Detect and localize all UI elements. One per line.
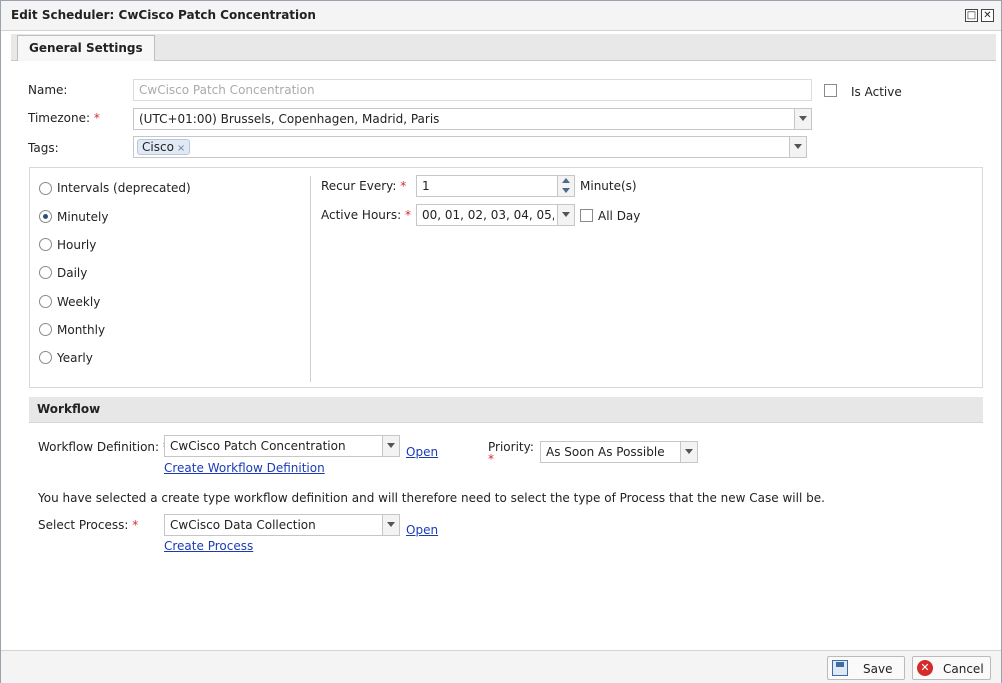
recur-every-value: 1 (422, 179, 430, 193)
required-marker: * (132, 518, 139, 532)
radio-yearly-label[interactable]: Yearly (57, 351, 93, 365)
required-marker: * (404, 208, 411, 222)
select-process-label: Select Process: * (38, 518, 138, 532)
dialog-title: Edit Scheduler: CwCisco Patch Concentrat… (11, 8, 316, 22)
radio-monthly-label[interactable]: Monthly (57, 323, 105, 337)
active-hours-value: 00, 01, 02, 03, 04, 05, 06 (422, 208, 554, 222)
recur-every-label: Recur Every: * (321, 179, 406, 193)
all-day-label: All Day (598, 209, 641, 223)
radio-daily[interactable] (39, 266, 52, 279)
radio-weekly[interactable] (39, 295, 52, 308)
create-workflow-definition-link[interactable]: Create Workflow Definition (164, 461, 325, 475)
active-hours-label: Active Hours: * (321, 208, 411, 222)
is-active-label: Is Active (851, 85, 902, 99)
active-hours-select[interactable]: 00, 01, 02, 03, 04, 05, 06 (416, 204, 575, 226)
recurrence-panel: Intervals (deprecated) Minutely Hourly D… (29, 167, 983, 388)
workflow-definition-label-text: Workflow Definition: (38, 440, 160, 454)
tags-input[interactable]: Cisco × (133, 136, 807, 158)
cancel-icon: ✕ (917, 660, 933, 676)
tags-label: Tags: (28, 141, 59, 155)
scheduler-dialog: Edit Scheduler: CwCisco Patch Concentrat… (0, 0, 1002, 683)
priority-value: As Soon As Possible (546, 445, 665, 459)
radio-hourly-label[interactable]: Hourly (57, 238, 96, 252)
timezone-label: Timezone: * (28, 111, 100, 125)
create-process-link[interactable]: Create Process (164, 539, 253, 553)
remove-tag-icon[interactable]: × (177, 143, 185, 154)
chevron-down-icon[interactable] (382, 436, 399, 456)
spinner[interactable] (557, 176, 574, 196)
required-marker: * (93, 111, 100, 125)
radio-yearly[interactable] (39, 351, 52, 364)
spin-down-icon[interactable] (562, 188, 570, 193)
tab-strip: General Settings (11, 34, 996, 61)
required-marker: * (400, 179, 407, 193)
radio-minutely-label[interactable]: Minutely (57, 210, 108, 224)
radio-daily-label[interactable]: Daily (57, 266, 87, 280)
chevron-down-icon[interactable] (382, 515, 399, 535)
tag-chip-label: Cisco (142, 140, 174, 154)
close-icon[interactable]: ✕ (981, 9, 994, 22)
cancel-button[interactable]: ✕ Cancel (912, 656, 991, 680)
chevron-down-icon[interactable] (789, 137, 806, 157)
name-value: CwCisco Patch Concentration (139, 83, 315, 97)
chevron-down-icon[interactable] (794, 109, 811, 129)
workflow-definition-select[interactable]: CwCisco Patch Concentration (164, 435, 400, 457)
radio-hourly[interactable] (39, 238, 52, 251)
is-active-checkbox[interactable] (824, 84, 837, 97)
select-process-label-text: Select Process: (38, 518, 129, 532)
recur-every-input[interactable]: 1 (416, 175, 575, 197)
recurrence-divider (310, 176, 311, 382)
dialog-footer: Save ✕ Cancel (1, 650, 1001, 683)
recur-every-label-text: Recur Every: (321, 179, 397, 193)
active-hours-label-text: Active Hours: (321, 208, 402, 222)
timezone-label-text: Timezone: (28, 111, 91, 125)
required-marker: * (488, 452, 494, 466)
name-label: Name: (28, 83, 68, 97)
radio-monthly[interactable] (39, 323, 52, 336)
timezone-value: (UTC+01:00) Brussels, Copenhagen, Madrid… (139, 112, 440, 126)
general-settings-pane: Name: CwCisco Patch Concentration Is Act… (13, 61, 996, 649)
chevron-down-icon[interactable] (557, 205, 574, 225)
radio-intervals-label[interactable]: Intervals (deprecated) (57, 181, 191, 195)
radio-intervals[interactable] (39, 182, 52, 195)
open-process-link[interactable]: Open (406, 523, 438, 537)
chevron-down-icon[interactable] (680, 442, 697, 462)
workflow-definition-label: Workflow Definition: * (38, 440, 169, 454)
workflow-definition-value: CwCisco Patch Concentration (170, 439, 346, 453)
cancel-button-label: Cancel (943, 662, 984, 676)
tag-chip: Cisco × (137, 139, 191, 155)
timezone-select[interactable]: (UTC+01:00) Brussels, Copenhagen, Madrid… (133, 108, 812, 130)
all-day-checkbox[interactable] (580, 209, 593, 222)
priority-label: Priority: (488, 440, 534, 454)
select-process-value: CwCisco Data Collection (170, 518, 316, 532)
save-icon (832, 660, 848, 676)
workflow-section-title: Workflow (37, 402, 101, 416)
recur-unit-label: Minute(s) (580, 179, 637, 193)
title-bar[interactable]: Edit Scheduler: CwCisco Patch Concentrat… (1, 1, 1001, 31)
workflow-section-header: Workflow (29, 397, 983, 423)
radio-weekly-label[interactable]: Weekly (57, 295, 100, 309)
workflow-info-text: You have selected a create type workflow… (38, 491, 825, 505)
save-button[interactable]: Save (827, 656, 905, 680)
spin-up-icon[interactable] (562, 178, 570, 183)
priority-select[interactable]: As Soon As Possible (540, 441, 698, 463)
select-process-select[interactable]: CwCisco Data Collection (164, 514, 400, 536)
open-workflow-definition-link[interactable]: Open (406, 445, 438, 459)
tab-general-settings[interactable]: General Settings (17, 35, 155, 61)
name-input[interactable]: CwCisco Patch Concentration (133, 79, 812, 101)
maximize-icon[interactable]: □ (965, 9, 978, 22)
radio-minutely[interactable] (39, 210, 52, 223)
save-button-label: Save (863, 662, 893, 676)
